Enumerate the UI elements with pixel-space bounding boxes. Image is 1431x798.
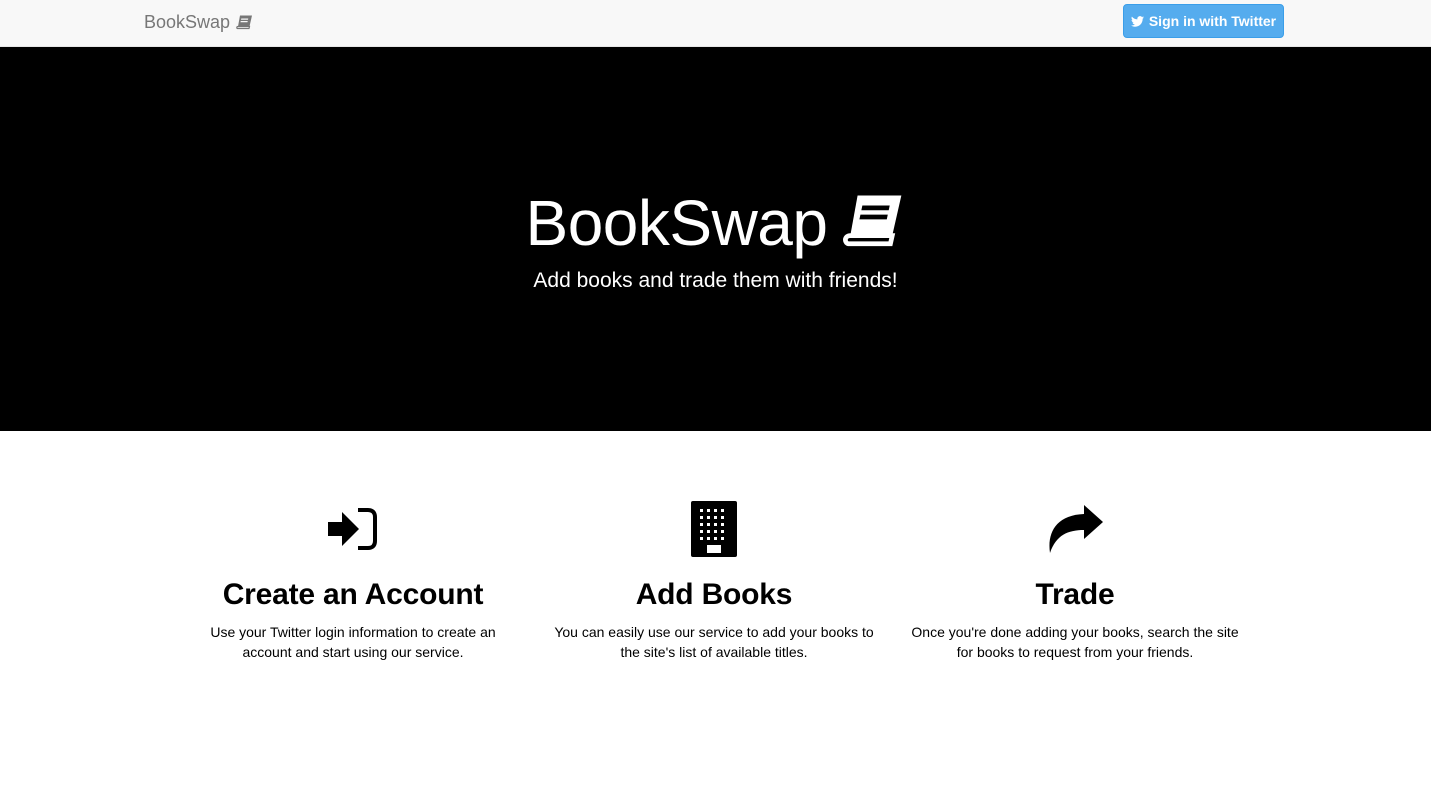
feature-add-books: Add Books You can easily use our service… [549,500,879,662]
feature-title: Trade [1035,578,1115,611]
hero-subtitle: Add books and trade them with friends! [533,269,898,292]
hero-banner: BookSwap Add books and trade them with f… [0,47,1431,431]
feature-text: Once you're done adding your books, sear… [911,624,1239,660]
share-arrow-icon [1046,503,1104,560]
brand-name: BookSwap [144,11,231,32]
feature-text: You can easily use our service to add yo… [554,624,874,660]
sign-in-label: Sign in with Twitter [1148,13,1277,29]
brand-link[interactable]: BookSwap [144,10,253,34]
feature-title: Add Books [635,578,793,611]
book-icon [236,15,253,30]
feature-title: Create an Account [222,578,484,611]
feature-create-account: Create an Account Use your Twitter login… [188,503,518,662]
hero-title-row: BookSwap [0,187,1431,259]
hero-title: BookSwap [525,187,828,259]
twitter-icon [1130,15,1144,27]
book-icon [843,193,905,254]
building-icon [691,500,737,562]
feature-trade: Trade Once you're done adding your books… [910,503,1240,662]
sign-in-icon [328,507,378,555]
navbar: BookSwap Sign in with Twitter [0,0,1431,47]
feature-text: Use your Twitter login information to cr… [210,624,496,660]
sign-in-twitter-button[interactable]: Sign in with Twitter [1123,4,1284,38]
